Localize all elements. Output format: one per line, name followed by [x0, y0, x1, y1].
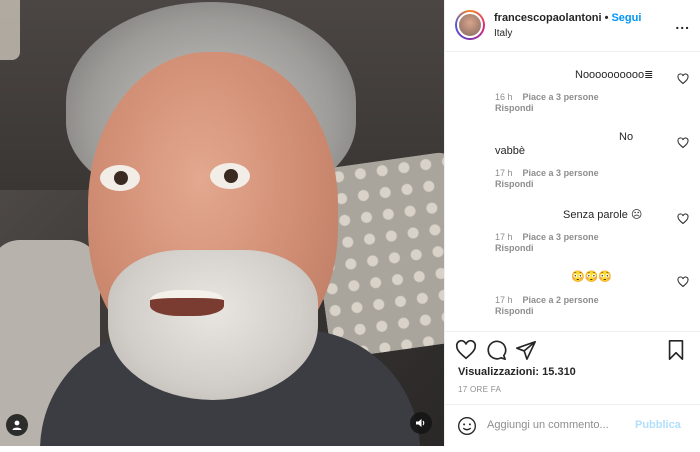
location-link[interactable]: Italy: [494, 28, 512, 39]
comment-time: 16 h: [495, 92, 513, 102]
post-sidebar: francescopaolantoni • Segui Italy ... Nooo…: [444, 0, 700, 446]
comment-likes[interactable]: Piace a 3 persone: [523, 232, 599, 242]
user-icon: [12, 420, 22, 430]
avatar[interactable]: [455, 10, 485, 40]
views-label: Visualizzazioni:: [458, 366, 540, 378]
heart-icon[interactable]: [677, 213, 689, 225]
separator-dot: •: [604, 12, 609, 24]
sound-toggle-button[interactable]: [410, 412, 432, 434]
reply-button[interactable]: Rispondi: [495, 243, 534, 253]
follow-button[interactable]: Segui: [611, 12, 641, 24]
right-eye: [210, 163, 250, 189]
comment-text-line2: vabbè: [495, 145, 525, 157]
comment-meta: 16 h Piace a 3 persone: [495, 92, 599, 102]
comment-likes[interactable]: Piace a 3 persone: [523, 92, 599, 102]
more-options-button[interactable]: ...: [675, 16, 690, 32]
beard: [108, 250, 318, 400]
comment-likes[interactable]: Piace a 3 persone: [523, 168, 599, 178]
views-count[interactable]: Visualizzazioni: 15.310: [458, 366, 576, 378]
comment-meta: 17 h Piace a 3 persone: [495, 232, 599, 242]
comment-input[interactable]: [487, 415, 627, 435]
post-date[interactable]: 17 ORE FA: [458, 385, 501, 394]
video-player[interactable]: [0, 0, 444, 446]
comment-text-line1: No: [619, 131, 634, 143]
tagged-user-button[interactable]: [6, 414, 28, 436]
speaker-icon: [416, 419, 425, 427]
comment-time: 17 h: [495, 168, 513, 178]
bookmark-icon[interactable]: [665, 339, 687, 361]
comment-text: 😳😳😳: [571, 271, 613, 283]
comment-meta: 17 h Piace a 3 persone: [495, 168, 599, 178]
comment-text: Senza parole ☹: [563, 209, 643, 221]
comment-text: Noooooooooo≣: [575, 69, 654, 81]
comment-time: 17 h: [495, 295, 513, 305]
comment-meta: 17 h Piace a 2 persone: [495, 295, 599, 305]
share-icon[interactable]: [515, 339, 537, 361]
comment-icon[interactable]: [485, 339, 507, 361]
heart-icon[interactable]: [677, 276, 689, 288]
publish-button[interactable]: Pubblica: [635, 419, 681, 431]
comment-likes[interactable]: Piace a 2 persone: [523, 295, 599, 305]
left-eye: [100, 165, 140, 191]
heart-icon[interactable]: [455, 339, 477, 361]
comment-composer: Pubblica: [445, 404, 700, 446]
comments-list[interactable]: Noooooooooo≣ 16 h Piace a 3 persone Rispo…: [445, 53, 700, 332]
post-header: francescopaolantoni • Segui Italy ...: [445, 0, 700, 52]
reply-button[interactable]: Rispondi: [495, 306, 534, 316]
heart-icon[interactable]: [677, 73, 689, 85]
views-value: 15.310: [542, 366, 576, 378]
reply-button[interactable]: Rispondi: [495, 179, 534, 189]
reply-button[interactable]: Rispondi: [495, 103, 534, 113]
lamp: [0, 0, 20, 60]
action-bar: [445, 333, 700, 369]
emoji-icon[interactable]: [457, 416, 477, 436]
post-author: francescopaolantoni • Segui: [494, 12, 641, 24]
comment-time: 17 h: [495, 232, 513, 242]
mouth: [150, 290, 224, 316]
username-link[interactable]: francescopaolantoni: [494, 12, 602, 24]
heart-icon[interactable]: [677, 137, 689, 149]
